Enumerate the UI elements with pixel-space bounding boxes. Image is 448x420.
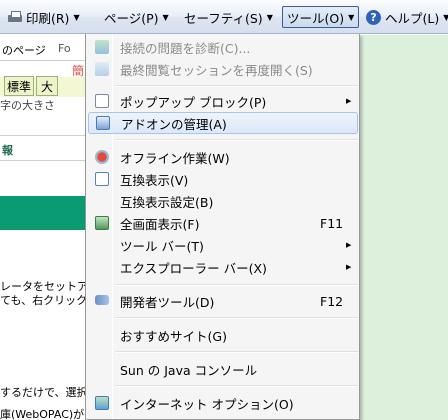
tools-label: ツール(O) [287,10,345,26]
help-icon: ? [366,9,381,25]
command-bar: 印刷(R) ▼ ページ(P) ▼ セーフティ(S) ▼ ツール(O) ▼ ? ヘ… [0,0,448,34]
reopen-session-icon [95,62,109,76]
help-menu-button[interactable]: ? ヘルプ(L) ▼ [366,6,448,28]
safety-label: セーフティ(S) [184,10,263,26]
text-size-caption: 字の大きさ [0,99,55,112]
page-tab-title-short[interactable]: Fo [58,42,71,55]
menu-item-work-offline[interactable]: オフライン作業(W) [88,146,358,168]
help-label: ヘルプ(L) [385,10,440,26]
tools-menu-button[interactable]: ツール(O) ▼ [282,6,360,28]
shortcut-f11: F11 [320,215,344,231]
shortcut-f12: F12 [320,293,344,309]
popup-blocker-icon [95,94,109,108]
page-text-line: ても、右クリック [0,294,88,307]
menu-item-fullscreen[interactable]: 全画面表示(F) F11 [88,212,358,234]
fullscreen-icon [95,216,109,230]
submenu-arrow-icon: ▶ [346,241,352,249]
chevron-down-icon: ▼ [73,12,80,22]
menu-separator [115,351,358,353]
chevron-down-icon: ▼ [266,12,273,22]
menu-item-internet-options[interactable]: インターネット オプション(O) [88,392,358,414]
menu-separator [115,284,358,286]
menu-item-compat-settings[interactable]: 互換表示設定(B) [88,190,358,212]
size-standard-button[interactable]: 標準 [4,76,34,96]
printer-icon [8,11,22,23]
compat-view-icon [95,172,109,186]
page-tab-title[interactable]: のページ [2,42,46,58]
menu-separator [115,317,358,319]
section-heading: 報 [2,144,13,157]
page-divider [0,135,90,136]
chevron-down-icon: ▼ [162,12,169,22]
chevron-down-icon: ▼ [348,12,355,22]
safety-menu-button[interactable]: セーフティ(S) ▼ [184,6,273,28]
menu-separator [115,85,358,87]
print-menu-button[interactable]: 印刷(R) ▼ [8,6,80,28]
tools-dropdown-menu: 接続の問題を診断(C)... 最終閲覧セッションを再度開く(S) ポップアップ … [85,34,360,420]
menu-item-compat-view[interactable]: 互換表示(V) [88,168,358,190]
menu-separator [115,385,358,387]
size-large-button[interactable]: 大 [36,76,58,96]
chevron-down-icon: ▼ [443,12,448,22]
offline-icon [95,150,109,164]
page-text-line: 庫(WebOPAC)が [0,408,85,420]
print-label: 印刷(R) [26,10,70,26]
menu-item-manage-addons[interactable]: アドオンの管理(A) [88,112,358,134]
menu-item-popup-blocker[interactable]: ポップアップ ブロック(P) ▶ [88,90,358,112]
developer-tools-icon [95,295,109,305]
page-green-band [0,196,90,230]
menu-item-developer-tools[interactable]: 開発者ツール(D) F12 [88,290,358,312]
page-side-panel [358,35,448,420]
submenu-arrow-icon: ▶ [346,263,352,271]
menu-item-toolbars[interactable]: ツール バー(T) ▶ [88,234,358,256]
internet-options-icon [95,396,109,410]
page-menu-button[interactable]: ページ(P) ▼ [104,6,169,28]
menu-item-explorer-bars[interactable]: エクスプローラー バー(X) ▶ [88,256,358,278]
page-divider [0,60,90,61]
addons-icon [96,116,110,130]
page-divider [0,160,90,161]
menu-item-java-console[interactable]: Sun の Java コンソール [88,358,358,380]
page-text-line: するだけで、選択 [0,386,88,399]
menu-item-suggested-sites[interactable]: おすすめサイト(G) [88,324,358,346]
menu-item-reopen-session[interactable]: 最終閲覧セッションを再度開く(S) [88,58,358,80]
submenu-arrow-icon: ▶ [346,97,352,105]
page-label: ページ(P) [104,10,159,26]
menu-separator [115,139,358,141]
network-diagnose-icon [95,40,109,54]
menu-item-diagnose-connection[interactable]: 接続の問題を診断(C)... [88,36,358,58]
